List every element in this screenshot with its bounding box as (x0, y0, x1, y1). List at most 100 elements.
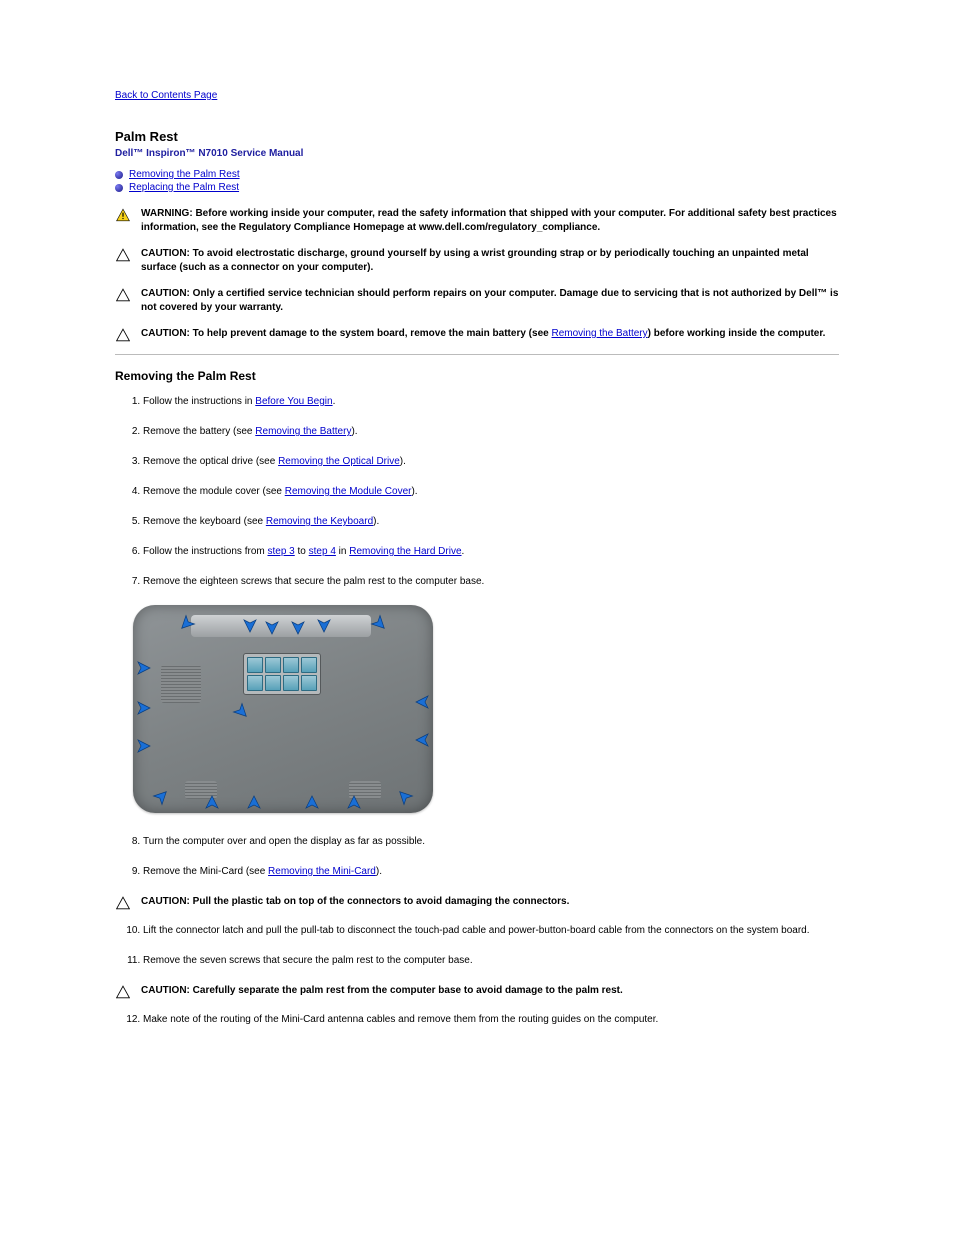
step-suffix: . (462, 546, 465, 557)
step-suffix: ). (400, 456, 406, 467)
step: Remove the eighteen screws that secure t… (143, 575, 839, 589)
arrow-icon (413, 731, 431, 749)
step-text: Remove the optical drive (see (143, 456, 278, 467)
step-text: Turn the computer over and open the disp… (143, 836, 425, 847)
bullet-icon (115, 184, 123, 192)
warning-icon (115, 207, 131, 222)
arrow-icon (229, 699, 254, 724)
step: Remove the optical drive (see Removing t… (143, 455, 839, 469)
step: Make note of the routing of the Mini-Car… (143, 1013, 839, 1027)
caution-tech-notice: CAUTION: Only a certified service techni… (115, 287, 839, 315)
caution-board-prefix: To help prevent damage to the system boa… (193, 328, 552, 339)
arrow-icon (149, 783, 174, 808)
step-link[interactable]: Before You Begin (255, 396, 332, 407)
vent-graphic (161, 665, 201, 703)
caution-board-text: CAUTION: To help prevent damage to the s… (141, 327, 825, 341)
step-text: Remove the seven screws that secure the … (143, 955, 473, 966)
arrow-icon (203, 793, 221, 811)
arrow-icon (391, 783, 416, 808)
remove-steps-continued-3: Make note of the routing of the Mini-Car… (115, 1013, 839, 1027)
arrow-icon (289, 619, 307, 637)
step: Follow the instructions from step 3 to s… (143, 545, 839, 559)
battery-bay-graphic (191, 615, 371, 637)
section-jump-list: Removing the Palm Rest Replacing the Pal… (115, 169, 839, 193)
step-link[interactable]: Removing the Module Cover (285, 486, 412, 497)
arrow-icon (303, 793, 321, 811)
arrow-icon (241, 617, 259, 635)
remove-steps-continued-2: Lift the connector latch and pull the pu… (115, 924, 839, 968)
arrow-icon (263, 619, 281, 637)
step-link[interactable]: Removing the Hard Drive (349, 546, 461, 557)
caution-tech-prefix: Only a certified service technician shou… (193, 288, 830, 299)
caution-separate-lead: CAUTION: (141, 985, 193, 996)
step: Follow the instructions in Before You Be… (143, 395, 839, 409)
page-title: Palm Rest (115, 129, 839, 144)
step-text: Follow the instructions from (143, 546, 268, 557)
jump-link-replacing[interactable]: Replacing the Palm Rest (129, 182, 239, 193)
step-suffix: ). (376, 866, 382, 877)
jump-link-removing[interactable]: Removing the Palm Rest (129, 169, 240, 180)
caution-icon (115, 247, 131, 262)
step-mid: in (336, 546, 349, 557)
caution-pull-notice: CAUTION: Pull the plastic tab on top of … (115, 895, 839, 910)
caution-separate-notice: CAUTION: Carefully separate the palm res… (115, 984, 839, 999)
caution-pull-text: CAUTION: Pull the plastic tab on top of … (141, 895, 569, 909)
caution-esd-lead: CAUTION: (141, 248, 193, 259)
arrow-icon (135, 737, 153, 755)
step-mid: to (295, 546, 309, 557)
back-to-contents-link[interactable]: Back to Contents Page (115, 90, 217, 101)
arrow-icon (315, 617, 333, 635)
arrow-icon (367, 611, 392, 636)
step-link[interactable]: step 4 (309, 546, 336, 557)
caution-icon (115, 287, 131, 302)
step-text: Remove the eighteen screws that secure t… (143, 576, 484, 587)
step-text: Lift the connector latch and pull the pu… (143, 925, 810, 936)
laptop-base-diagram (133, 605, 433, 813)
step-link[interactable]: Removing the Optical Drive (278, 456, 400, 467)
step-text: Follow the instructions in (143, 396, 255, 407)
separator (115, 354, 839, 355)
step-suffix: ). (373, 516, 379, 527)
bullet-icon (115, 171, 123, 179)
step: Remove the Mini-Card (see Removing the M… (143, 865, 839, 879)
section-heading-remove: Removing the Palm Rest (115, 369, 839, 383)
caution-esd-body: To avoid electrostatic discharge, ground… (141, 248, 809, 273)
arrow-icon (245, 793, 263, 811)
step-link[interactable]: Removing the Keyboard (266, 516, 373, 527)
step-text: Remove the battery (see (143, 426, 255, 437)
step: Remove the seven screws that secure the … (143, 954, 839, 968)
caution-board-link[interactable]: Removing the Battery (551, 328, 647, 339)
step-link[interactable]: Removing the Battery (255, 426, 351, 437)
step: Lift the connector latch and pull the pu… (143, 924, 839, 938)
caution-separate-body: Carefully separate the palm rest from th… (193, 985, 623, 996)
memory-bay-graphic (243, 653, 321, 695)
step-link[interactable]: Removing the Mini-Card (268, 866, 376, 877)
caution-esd-notice: CAUTION: To avoid electrostatic discharg… (115, 247, 839, 275)
caution-pull-body: Pull the plastic tab on top of the conne… (193, 896, 570, 907)
arrow-icon (135, 659, 153, 677)
step: Remove the battery (see Removing the Bat… (143, 425, 839, 439)
warning-notice: WARNING: Before working inside your comp… (115, 207, 839, 235)
remove-steps: Follow the instructions in Before You Be… (115, 395, 839, 589)
caution-pull-lead: CAUTION: (141, 896, 193, 907)
step: Turn the computer over and open the disp… (143, 835, 839, 849)
manual-title: Dell™ Inspiron™ N7010 Service Manual (115, 148, 839, 159)
step-text: Remove the module cover (see (143, 486, 285, 497)
step: Remove the module cover (see Removing th… (143, 485, 839, 499)
step-text: Remove the keyboard (see (143, 516, 266, 527)
step-suffix: . (333, 396, 336, 407)
caution-icon (115, 895, 131, 910)
arrow-icon (135, 699, 153, 717)
caution-separate-text: CAUTION: Carefully separate the palm res… (141, 984, 623, 998)
warning-text: WARNING: Before working inside your comp… (141, 207, 839, 235)
step-text: Make note of the routing of the Mini-Car… (143, 1014, 658, 1025)
step-suffix: ). (351, 426, 357, 437)
arrow-icon (413, 693, 431, 711)
caution-icon (115, 327, 131, 342)
step-link[interactable]: step 3 (268, 546, 295, 557)
step-text: Remove the Mini-Card (see (143, 866, 268, 877)
step-suffix: ). (411, 486, 417, 497)
caution-tech-text: CAUTION: Only a certified service techni… (141, 287, 839, 315)
caution-esd-text: CAUTION: To avoid electrostatic discharg… (141, 247, 839, 275)
caution-board-lead: CAUTION: (141, 328, 193, 339)
